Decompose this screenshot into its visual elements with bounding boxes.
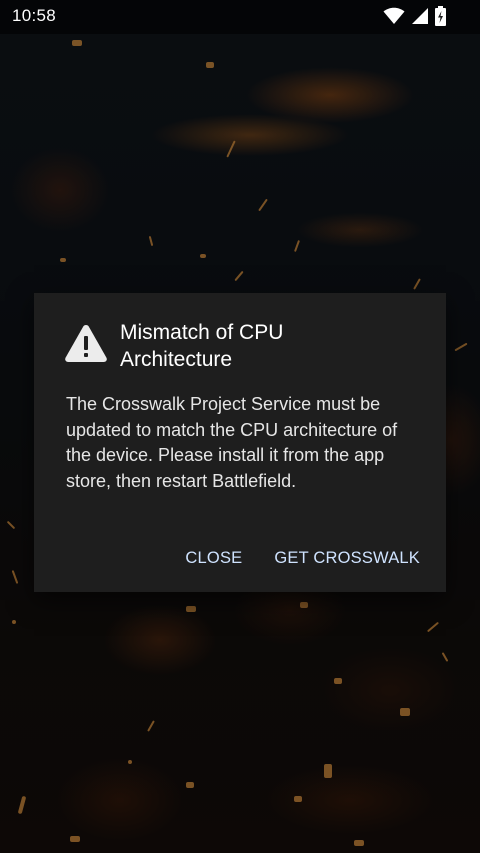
warning-icon (64, 323, 108, 367)
battery-charging-icon (435, 6, 446, 26)
status-icons (383, 6, 446, 26)
alert-dialog: Mismatch of CPU Architecture The Crosswa… (34, 293, 446, 592)
status-time: 10:58 (12, 6, 57, 25)
dialog-message: The Crosswalk Project Service must be up… (66, 394, 398, 491)
wifi-icon (383, 7, 405, 25)
dialog-header: Mismatch of CPU Architecture (64, 319, 422, 373)
close-button[interactable]: CLOSE (185, 549, 242, 568)
dialog-title: Mismatch of CPU Architecture (120, 321, 284, 371)
cell-signal-icon (411, 7, 429, 25)
dialog-actions: CLOSE GET CROSSWALK (185, 549, 420, 568)
get-crosswalk-button[interactable]: GET CROSSWALK (274, 549, 420, 568)
status-bar: 10:58 (0, 0, 480, 34)
app-screen: 10:58 Mismatch of CPU Architecture The C… (0, 0, 480, 853)
